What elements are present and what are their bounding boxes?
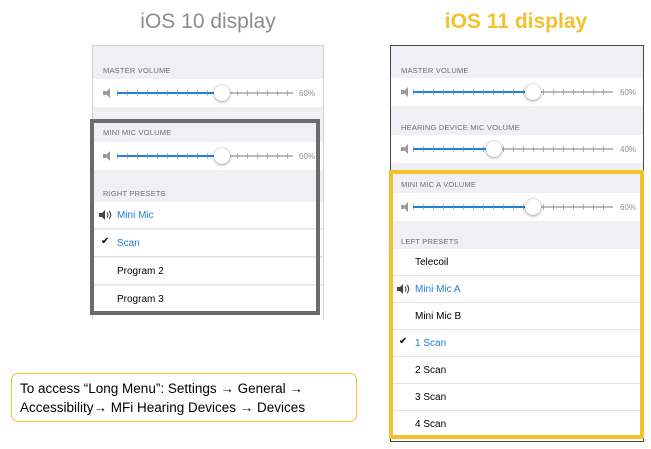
master-volume-slider[interactable] (117, 85, 293, 101)
ios10-title: iOS 10 display (140, 10, 276, 33)
slider-knob[interactable] (214, 85, 230, 101)
hearing-device-mic-volume-value: 40% (620, 145, 637, 154)
note-line-2: Accessibility→ MFi Hearing Devices → Dev… (20, 400, 306, 415)
master-volume-row: 60% (391, 78, 643, 106)
master-volume-row: 60% (93, 79, 323, 107)
hearing-device-mic-volume-header: HEARING DEVICE MIC VOLUME (401, 123, 520, 132)
navigation-note: To access “Long Menu”: Settings → Genera… (11, 373, 357, 422)
slider-knob[interactable] (486, 141, 502, 157)
ios11-title: iOS 11 display (444, 10, 588, 33)
ios11-highlight-frame (389, 170, 644, 439)
master-volume-value: 60% (620, 88, 637, 97)
master-volume-slider[interactable] (413, 84, 613, 100)
note-line-1: To access “Long Menu”: Settings → Genera… (20, 381, 303, 396)
hearing-device-mic-volume-row: 40% (391, 135, 643, 163)
hearing-device-mic-volume-slider[interactable] (413, 141, 613, 157)
master-volume-value: 60% (299, 89, 316, 98)
ios10-highlight-frame (90, 119, 320, 315)
master-volume-header: MASTER VOLUME (401, 66, 469, 75)
master-volume-header: MASTER VOLUME (103, 66, 171, 75)
slider-knob[interactable] (525, 84, 541, 100)
